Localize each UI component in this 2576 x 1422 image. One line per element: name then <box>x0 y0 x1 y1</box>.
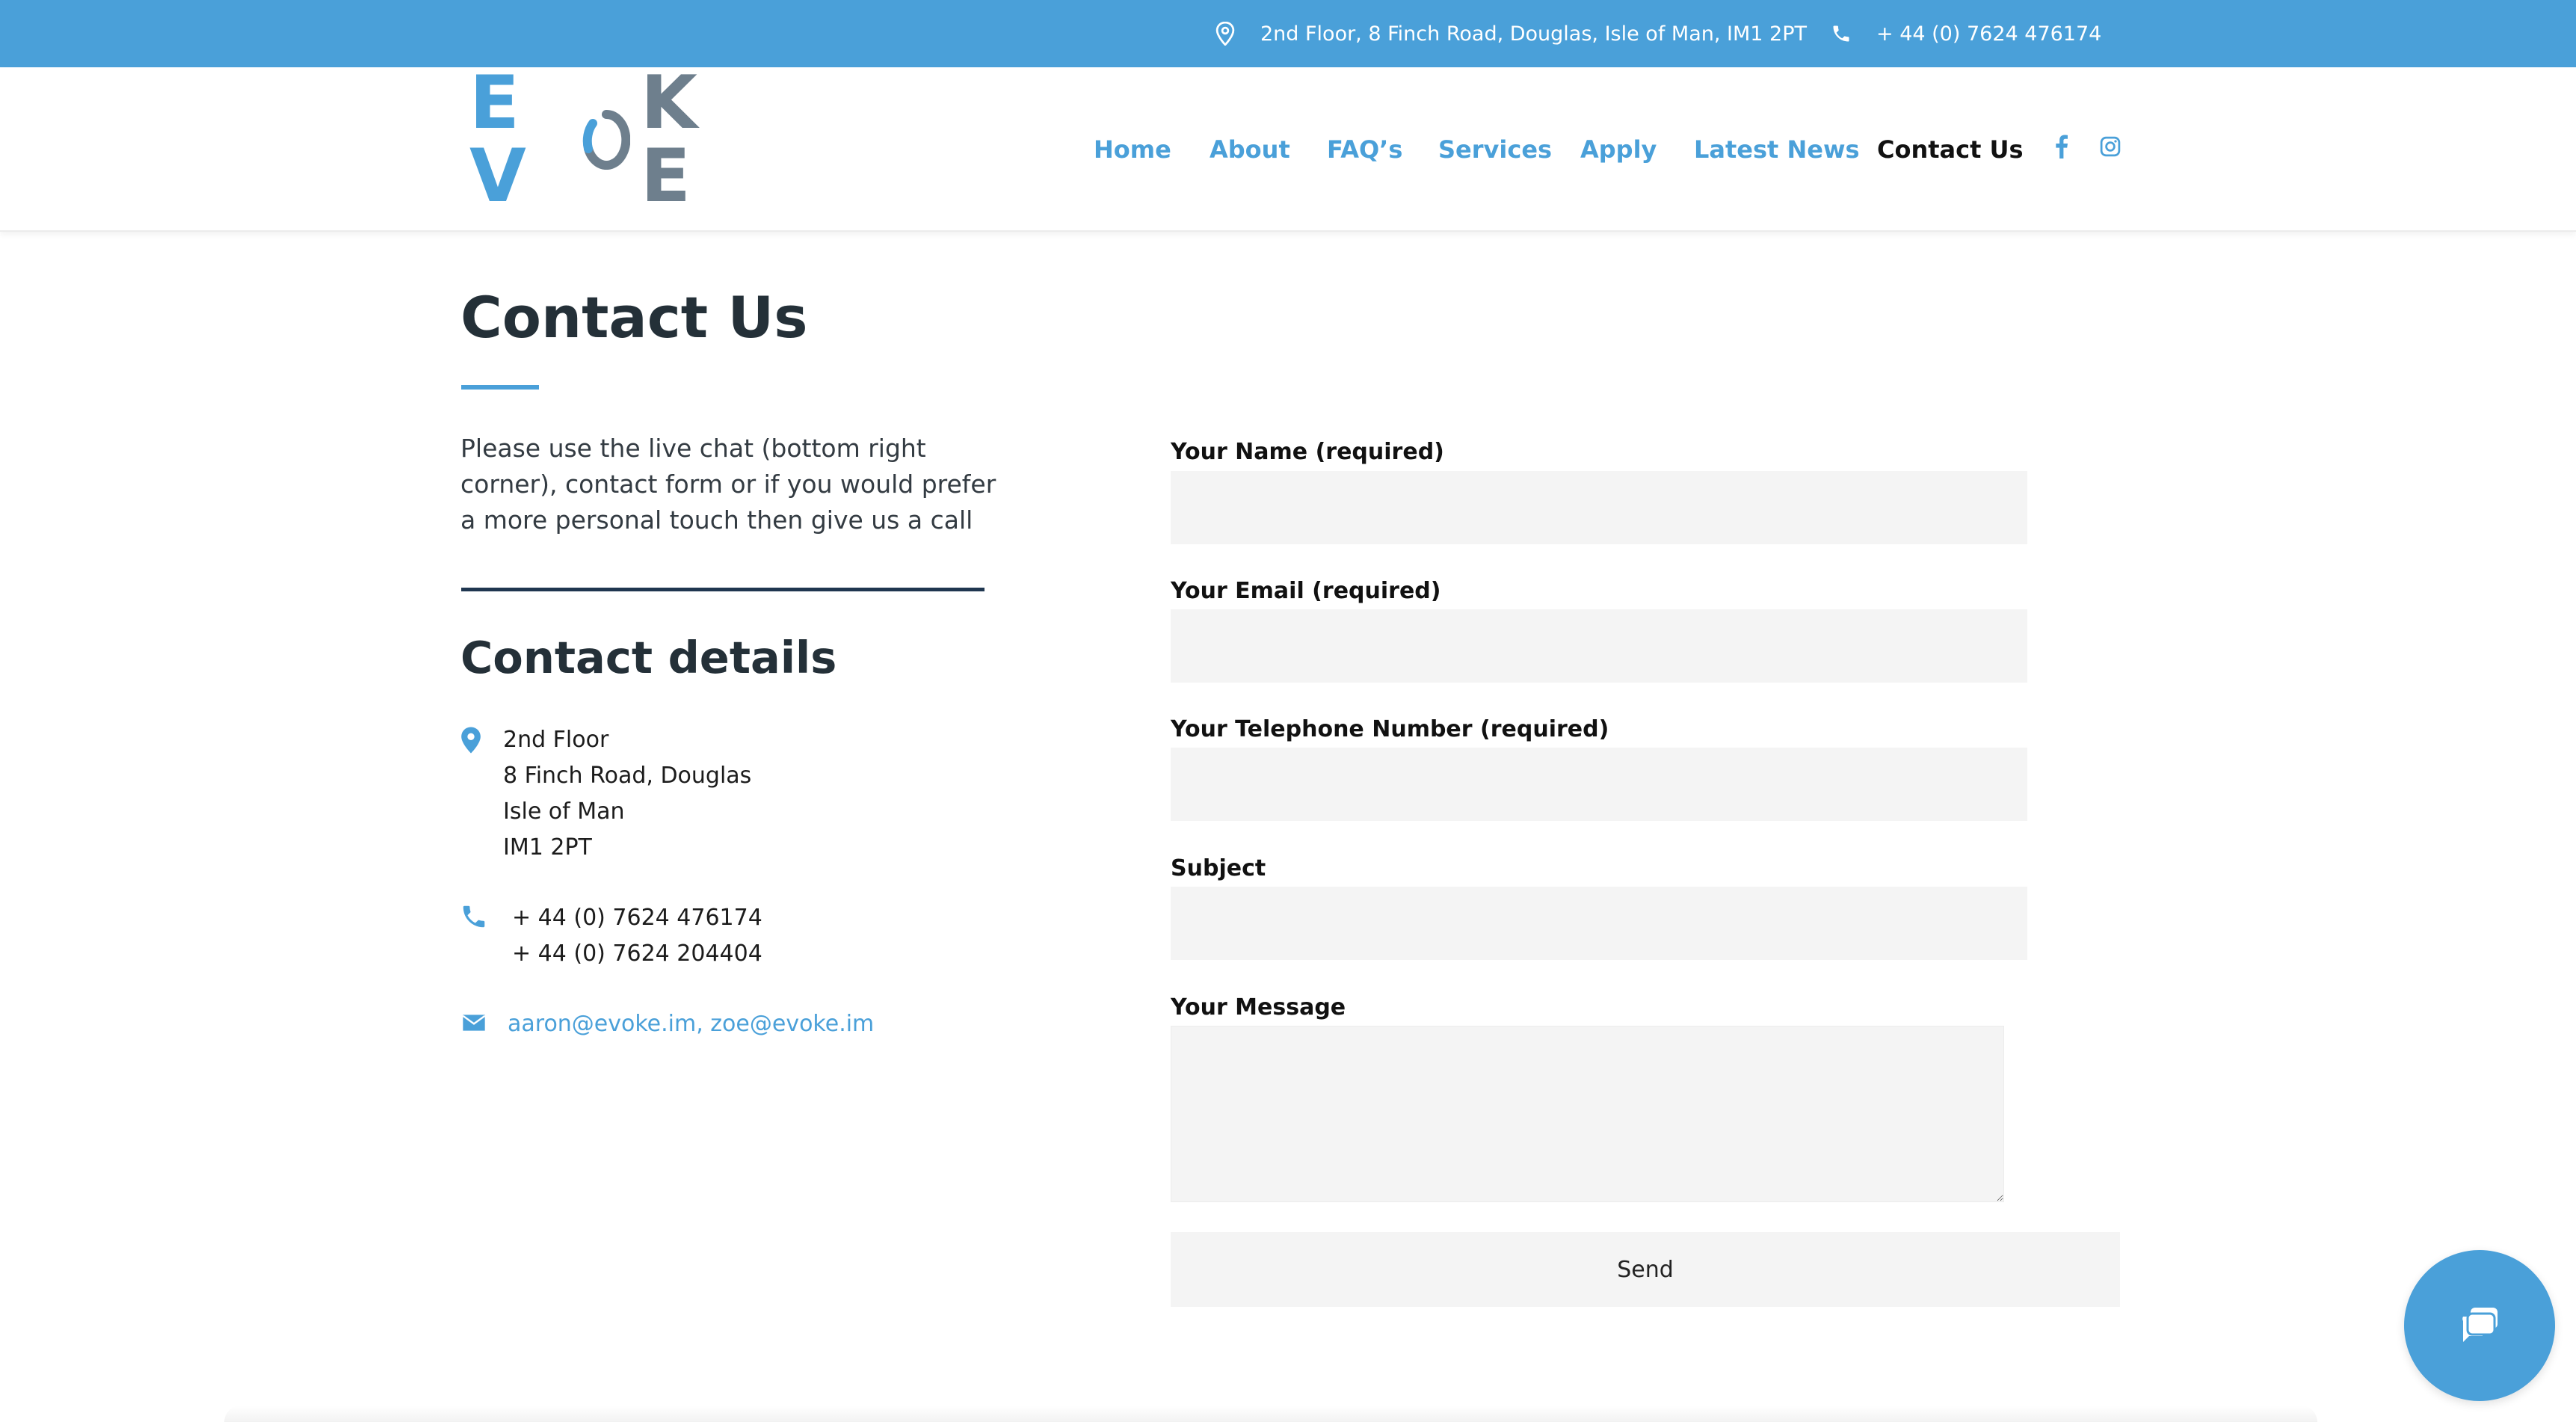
live-chat-button[interactable] <box>2404 1250 2555 1401</box>
email-links[interactable]: aaron@evoke.im, zoe@evoke.im <box>508 1006 874 1042</box>
nav-faqs[interactable]: FAQ’s <box>1327 67 1402 232</box>
topbar-phone[interactable]: + 44 (0) 7624 476174 <box>1828 0 2101 67</box>
phone-number[interactable]: + 44 (0) 7624 476174 <box>512 900 762 936</box>
telephone-input[interactable] <box>1171 748 2027 821</box>
nav-apply[interactable]: Apply <box>1580 67 1657 232</box>
footer-edge-shadow <box>224 1406 2317 1422</box>
contact-details-heading: Contact details <box>460 632 837 683</box>
site-header: E V K E Home About FAQ’s Services Apply … <box>0 67 2576 232</box>
envelope-icon <box>459 1008 489 1038</box>
section-divider <box>461 588 985 591</box>
intro-text: Please use the live chat (bottom right c… <box>460 434 996 535</box>
address-line: IM1 2PT <box>503 834 592 861</box>
address-line: 2nd Floor <box>503 727 609 753</box>
message-label: Your Message <box>1171 994 1346 1021</box>
phone-icon <box>1828 21 1854 46</box>
top-info-bar: 2nd Floor, 8 Finch Road, Douglas, Isle o… <box>0 0 2576 67</box>
message-textarea[interactable] <box>1171 1026 2004 1202</box>
instagram-icon[interactable] <box>2095 132 2125 161</box>
nav-services[interactable]: Services <box>1438 67 1552 232</box>
chat-bubble-icon <box>2459 1305 2500 1346</box>
subject-input[interactable] <box>1171 887 2027 960</box>
send-button[interactable]: Send <box>1171 1232 2120 1307</box>
phone-number[interactable]: + 44 (0) 7624 204404 <box>512 936 762 972</box>
nav-contact-us[interactable]: Contact Us <box>1877 67 2024 232</box>
address-line: 8 Finch Road, Douglas <box>503 763 752 789</box>
email-label: Your Email (required) <box>1171 578 1441 604</box>
name-input[interactable] <box>1171 471 2027 544</box>
phone-icon <box>459 902 489 932</box>
main-nav: Home About FAQ’s Services Apply Latest N… <box>0 67 2576 232</box>
topbar-address: 2nd Floor, 8 Finch Road, Douglas, Isle o… <box>1212 0 1807 67</box>
phone-numbers: + 44 (0) 7624 476174 + 44 (0) 7624 20440… <box>512 900 762 972</box>
title-underline <box>461 385 539 390</box>
name-label: Your Name (required) <box>1171 439 1444 465</box>
page-title: Contact Us <box>460 284 808 351</box>
address-block: 2nd Floor 8 Finch Road, Douglas Isle of … <box>503 722 751 866</box>
nav-about[interactable]: About <box>1210 67 1290 232</box>
facebook-icon[interactable] <box>2047 132 2077 161</box>
address-line: Isle of Man <box>503 798 625 825</box>
nav-latest-news[interactable]: Latest News <box>1694 67 1860 232</box>
location-pin-icon <box>1212 21 1238 46</box>
email-input[interactable] <box>1171 609 2027 683</box>
map-marker-icon <box>456 725 486 755</box>
topbar-address-text: 2nd Floor, 8 Finch Road, Douglas, Isle o… <box>1260 22 1808 46</box>
subject-label: Subject <box>1171 855 1266 881</box>
topbar-phone-text: + 44 (0) 7624 476174 <box>1876 22 2102 46</box>
telephone-label: Your Telephone Number (required) <box>1171 716 1609 742</box>
nav-home[interactable]: Home <box>1094 67 1171 232</box>
